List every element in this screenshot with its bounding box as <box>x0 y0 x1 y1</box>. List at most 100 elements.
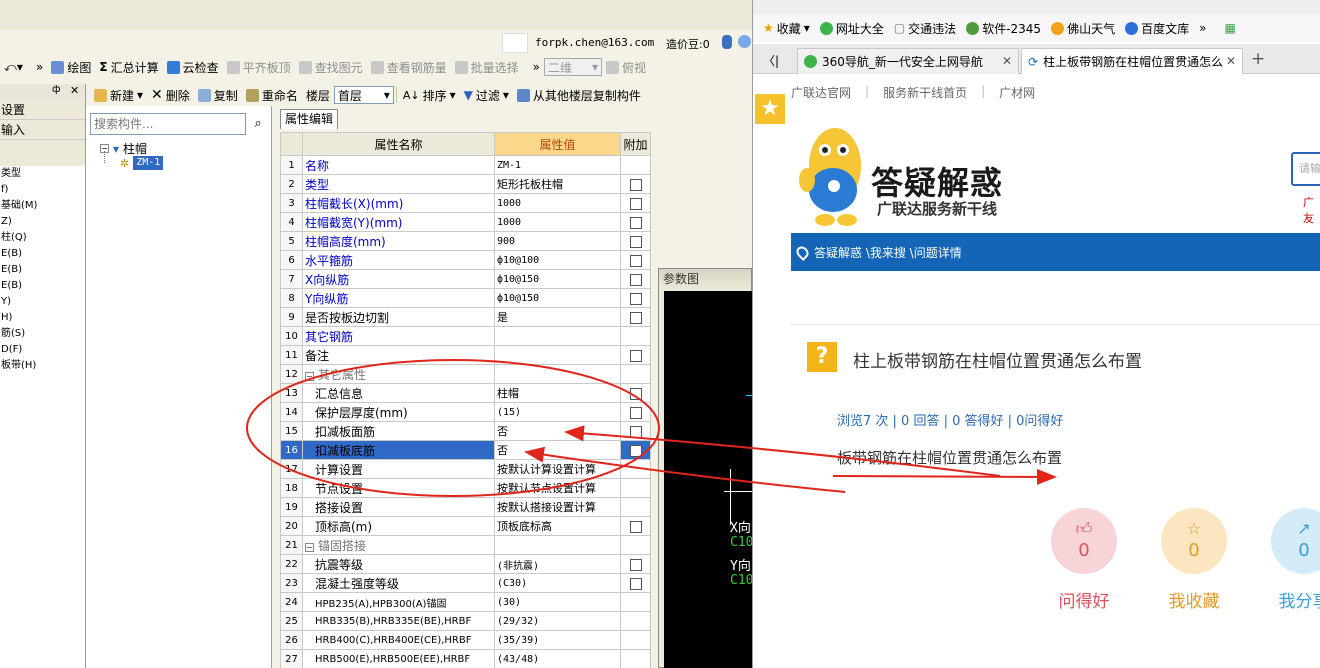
breadcrumb-text[interactable]: 答疑解惑 \我来搜 \问题详情 <box>814 244 962 261</box>
element-type-item[interactable]: 类型 <box>0 166 85 182</box>
nav-link-service-home[interactable]: 服务新干线首页 <box>883 84 967 101</box>
property-row[interactable]: 9 是否按板边切割 是 <box>280 307 651 327</box>
bookmark-weather[interactable]: 佛山天气 <box>1051 20 1115 37</box>
close-icon[interactable]: ✕ <box>70 84 79 97</box>
batch-select-button[interactable]: 批量选择 <box>451 57 523 77</box>
element-type-item[interactable]: 板带(H) <box>0 358 85 374</box>
property-value-cell[interactable]: (43/48) <box>494 649 621 668</box>
element-type-item[interactable]: E(B) <box>0 246 85 262</box>
bookmark-software[interactable]: 软件-2345 <box>966 20 1041 37</box>
new-button[interactable]: 新建 ▾ <box>86 85 147 105</box>
property-value-cell[interactable]: 矩形托板柱帽 <box>494 174 621 194</box>
property-row[interactable]: 11 备注 <box>280 345 651 365</box>
element-type-item[interactable]: D(F) <box>0 342 85 358</box>
property-value-cell[interactable]: (15) <box>494 402 621 422</box>
share-button[interactable]: ↗ 0 我分享 <box>1271 508 1320 612</box>
favorites-sidebar-star-icon[interactable]: ★ <box>755 94 785 124</box>
element-type-item[interactable]: E(B) <box>0 278 85 294</box>
property-value-cell[interactable]: 1000 <box>494 212 621 232</box>
find-element-button[interactable]: 查找图元 <box>295 57 367 77</box>
bookmark-traffic[interactable]: ▢ 交通违法 <box>894 20 956 37</box>
notification-icon[interactable] <box>722 35 732 49</box>
property-value-cell[interactable]: 顶板底标高 <box>494 516 621 536</box>
copy-from-floor-button[interactable]: 从其他楼层复制构件 <box>513 85 645 105</box>
attach-checkbox[interactable] <box>629 425 642 438</box>
property-value-cell[interactable]: (C30) <box>494 573 621 593</box>
property-value-cell[interactable]: 否 <box>494 421 621 441</box>
attach-checkbox[interactable] <box>629 349 642 362</box>
property-row[interactable]: 3 柱帽截长(X)(mm) 1000 <box>280 193 651 213</box>
element-type-item[interactable]: Z) <box>0 214 85 230</box>
property-row[interactable]: 10 其它钢筋 <box>280 326 651 346</box>
new-tab-button[interactable]: + <box>1251 49 1265 69</box>
like-question-button[interactable]: 👍︎ 0 问得好 <box>1051 508 1117 612</box>
delete-button[interactable]: ✕ 删除 <box>147 85 194 105</box>
property-value-cell[interactable]: ф10@150 <box>494 288 621 308</box>
element-type-item[interactable]: 筋(S) <box>0 326 85 342</box>
property-value-cell[interactable]: 900 <box>494 231 621 251</box>
property-row[interactable]: 23 混凝土强度等级 (C30) <box>280 573 651 593</box>
tab-question[interactable]: ⟳ 柱上板带钢筋在柱帽位置贯通怎么 ✕ <box>1021 48 1243 74</box>
back-button[interactable]: 〈| <box>763 52 779 69</box>
property-value-cell[interactable] <box>494 345 621 365</box>
level-slab-button[interactable]: 平齐板顶 <box>223 57 295 77</box>
undo-dropdown[interactable]: ⤺▾ <box>0 57 30 77</box>
attach-checkbox[interactable] <box>629 520 642 533</box>
property-row[interactable]: 19 搭接设置 按默认搭接设置计算 <box>280 497 651 517</box>
property-value-cell[interactable]: ZM-1 <box>494 155 621 175</box>
attach-checkbox[interactable] <box>629 178 642 191</box>
collapse-icon[interactable]: − <box>305 371 314 381</box>
property-value-cell[interactable]: 按默认计算设置计算 <box>494 459 621 479</box>
attach-checkbox[interactable] <box>629 273 642 286</box>
close-icon[interactable]: ✕ <box>1002 54 1012 68</box>
bookmark-baidu-wenku[interactable]: 百度文库 <box>1125 20 1189 37</box>
property-value-cell[interactable] <box>494 326 621 346</box>
draw-button[interactable]: 绘图 <box>47 57 95 77</box>
property-row[interactable]: 16 扣减板底筋 否 <box>280 440 651 460</box>
element-type-item[interactable]: 基础(M) <box>0 198 85 214</box>
property-row[interactable]: 7 X向纵筋 ф10@150 <box>280 269 651 289</box>
attach-checkbox[interactable] <box>629 406 642 419</box>
filter-button[interactable]: ▼ 过滤 ▾ <box>460 85 513 105</box>
property-row[interactable]: 1 名称 ZM-1 <box>280 155 651 175</box>
attach-checkbox[interactable] <box>629 311 642 324</box>
attach-checkbox[interactable] <box>629 254 642 267</box>
help-icon[interactable] <box>738 35 751 48</box>
property-row[interactable]: 8 Y向纵筋 ф10@150 <box>280 288 651 308</box>
property-value-cell[interactable]: ф10@150 <box>494 269 621 289</box>
toolbar-overflow-chevron-2[interactable]: » <box>523 57 544 77</box>
property-value-cell[interactable]: (29/32) <box>494 611 621 631</box>
property-value-cell[interactable]: 是 <box>494 307 621 327</box>
apps-grid-icon[interactable]: ▦ <box>1224 21 1235 35</box>
property-value-cell[interactable]: 1000 <box>494 193 621 213</box>
property-row[interactable]: 14 保护层厚度(mm) (15) <box>280 402 651 422</box>
property-value-cell[interactable]: 柱帽 <box>494 383 621 403</box>
property-row[interactable]: 18 节点设置 按默认节点设置计算 <box>280 478 651 498</box>
rename-button[interactable]: 重命名 <box>242 85 302 105</box>
attach-checkbox[interactable] <box>629 444 642 457</box>
tree-node-column-cap[interactable]: − ▾ 柱帽 <box>100 140 147 157</box>
property-row[interactable]: 26 HRB400(C),HRB400E(CE),HRBF (35/39) <box>280 630 651 650</box>
property-row[interactable]: 25 HRB335(B),HRB335E(BE),HRBF (29/32) <box>280 611 651 631</box>
toolbar-overflow-chevron[interactable]: » <box>30 57 47 77</box>
property-value-cell[interactable]: (非抗震) <box>494 554 621 574</box>
attach-checkbox[interactable] <box>629 558 642 571</box>
sum-calc-button[interactable]: Σ 汇总计算 <box>95 57 162 77</box>
property-value-cell[interactable]: 按默认搭接设置计算 <box>494 497 621 517</box>
property-row[interactable]: 27 HRB500(E),HRB500E(EE),HRBF (43/48) <box>280 649 651 668</box>
property-row[interactable]: 22 抗震等级 (非抗震) <box>280 554 651 574</box>
attach-checkbox[interactable] <box>629 235 642 248</box>
property-value-cell[interactable]: (30) <box>494 592 621 612</box>
bookmark-url-daquan[interactable]: 网址大全 <box>819 20 884 37</box>
view-2d-combo[interactable]: 二维 ▾ <box>544 58 602 76</box>
tree-node-zm1[interactable]: ✲ ZM-1 <box>120 156 164 170</box>
element-type-item[interactable]: H) <box>0 310 85 326</box>
attach-checkbox[interactable] <box>629 387 642 400</box>
property-value-cell[interactable]: (35/39) <box>494 630 621 650</box>
collapse-icon[interactable]: − <box>305 542 314 552</box>
element-type-item[interactable]: 柱(Q) <box>0 230 85 246</box>
property-row[interactable]: 5 柱帽高度(mm) 900 <box>280 231 651 251</box>
attach-checkbox[interactable] <box>629 197 642 210</box>
pin-icon[interactable]: ф <box>52 84 61 95</box>
property-row[interactable]: 2 类型 矩形托板柱帽 <box>280 174 651 194</box>
